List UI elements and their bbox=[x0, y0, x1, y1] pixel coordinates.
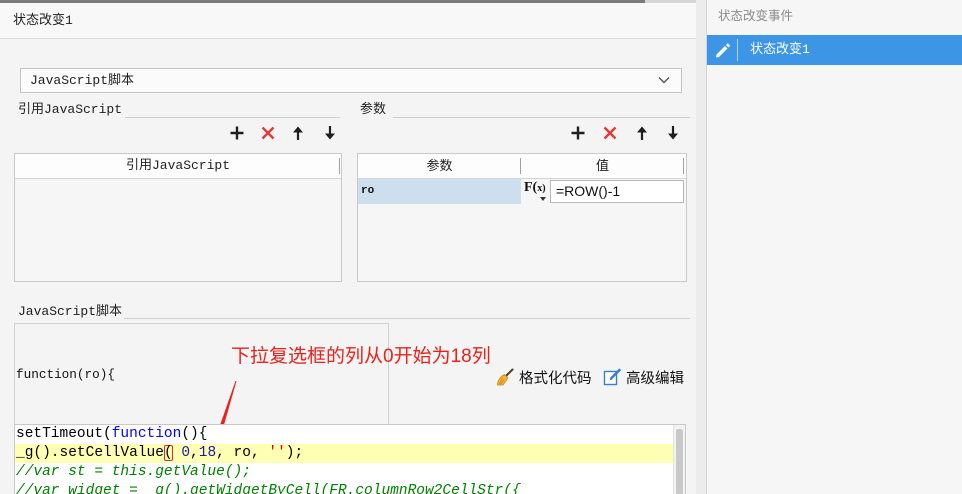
event-item-label: 状态改变1 bbox=[750, 42, 810, 57]
add-icon bbox=[571, 126, 585, 140]
formula-button-label: F(x) bbox=[524, 180, 546, 195]
panel-splitter[interactable] bbox=[696, 0, 706, 494]
chevron-down-icon[interactable] bbox=[658, 76, 670, 84]
param-move-down-button[interactable] bbox=[665, 125, 681, 141]
item-divider bbox=[737, 39, 738, 61]
format-code-button[interactable]: 格式化代码 bbox=[496, 366, 596, 388]
code-line[interactable]: //var widget = _g().getWidgetByCell(FR.c… bbox=[15, 482, 673, 494]
code-token: , ro, bbox=[216, 445, 269, 461]
param-add-button[interactable] bbox=[570, 125, 586, 141]
ref-js-move-up-button[interactable] bbox=[290, 125, 306, 141]
event-list-item[interactable]: 状态改变1 bbox=[707, 35, 962, 65]
broom-icon bbox=[497, 368, 514, 386]
code-token: , bbox=[190, 445, 199, 461]
ref-js-move-down-button[interactable] bbox=[322, 125, 338, 141]
code-line[interactable]: setTimeout(function(){ bbox=[15, 425, 673, 444]
column-header-ref-js[interactable]: 引用JavaScript bbox=[15, 154, 341, 178]
format-code-label: 格式化代码 bbox=[519, 370, 592, 387]
move-down-icon bbox=[668, 126, 678, 140]
code-token: 18 bbox=[198, 445, 217, 461]
params-table: 参数 值 ro F(x) =ROW()-1 bbox=[357, 153, 687, 282]
code-token: ); bbox=[285, 445, 304, 461]
editor-title-bar: 状态改变1 bbox=[0, 3, 696, 39]
ref-js-section-label: 引用JavaScript bbox=[18, 102, 123, 117]
section-divider bbox=[124, 318, 690, 319]
function-signature: function(ro){ bbox=[16, 367, 115, 382]
dropdown-caret-icon bbox=[540, 197, 546, 201]
script-section-label: JavaScript脚本 bbox=[18, 304, 123, 319]
ref-js-table: 引用JavaScript bbox=[14, 153, 342, 282]
table-row[interactable]: ro F(x) =ROW()-1 bbox=[358, 179, 686, 204]
column-divider bbox=[683, 158, 684, 174]
section-divider bbox=[393, 117, 690, 118]
code-token: //var widget = _g().getWidgetByCell(FR.c… bbox=[16, 483, 521, 494]
chevron-down-icon bbox=[658, 77, 670, 84]
code-token: //var st = this.getValue(); bbox=[16, 464, 251, 480]
annotation-text: 下拉复选框的列从0开始为18列 bbox=[231, 346, 491, 367]
pencil-icon bbox=[714, 41, 732, 59]
param-move-up-button[interactable] bbox=[634, 125, 650, 141]
code-line[interactable]: //var st = this.getValue(); bbox=[15, 463, 673, 482]
edit-icon bbox=[603, 368, 621, 386]
script-type-value: JavaScript脚本 bbox=[30, 73, 135, 88]
column-header-param[interactable]: 参数 bbox=[358, 154, 521, 178]
function-signature-panel: function(ro){ bbox=[14, 323, 389, 424]
code-token: 0 bbox=[172, 445, 191, 461]
column-divider bbox=[339, 158, 340, 174]
event-editor-panel: 状态改变1 JavaScript脚本 引用JavaScript 参数 引用Jav… bbox=[0, 0, 696, 494]
move-up-icon bbox=[637, 126, 647, 140]
code-editor-scrollbar[interactable] bbox=[673, 425, 685, 494]
advanced-edit-label: 高级编辑 bbox=[626, 370, 684, 387]
delete-icon bbox=[603, 126, 617, 140]
move-down-icon bbox=[325, 126, 335, 140]
params-section-label: 参数 bbox=[360, 102, 387, 117]
code-token: _g().setCellValue bbox=[16, 445, 164, 461]
param-name-cell[interactable]: ro bbox=[358, 179, 521, 204]
param-delete-button[interactable] bbox=[602, 125, 618, 141]
events-panel: 状态改变事件 状态改变1 bbox=[706, 0, 962, 494]
move-up-icon bbox=[293, 126, 303, 140]
pencil-icon bbox=[716, 43, 731, 58]
code-lines[interactable]: setTimeout(function(){_g().setCellValue(… bbox=[15, 425, 673, 494]
code-line-active[interactable]: _g().setCellValue( 0,18, ro, ''); bbox=[15, 444, 673, 463]
events-panel-header: 状态改变事件 bbox=[718, 10, 794, 24]
scrollbar-thumb[interactable] bbox=[676, 429, 683, 494]
ref-js-delete-button[interactable] bbox=[260, 125, 276, 141]
code-token: '' bbox=[268, 445, 286, 461]
ref-js-table-body[interactable] bbox=[15, 179, 341, 281]
editor-title: 状态改变1 bbox=[13, 13, 73, 28]
code-token: setTimeout( bbox=[16, 426, 112, 442]
add-icon bbox=[230, 126, 244, 140]
ref-js-table-header: 引用JavaScript bbox=[15, 154, 341, 179]
param-value-field[interactable]: =ROW()-1 bbox=[550, 180, 684, 203]
script-type-select[interactable]: JavaScript脚本 bbox=[20, 68, 682, 93]
code-token: function bbox=[111, 426, 182, 442]
matching-bracket: ( bbox=[163, 445, 173, 461]
delete-icon bbox=[261, 126, 275, 140]
column-header-value[interactable]: 值 bbox=[521, 154, 684, 178]
code-editor[interactable]: setTimeout(function(){_g().setCellValue(… bbox=[14, 424, 686, 494]
ref-js-add-button[interactable] bbox=[229, 125, 245, 141]
section-divider bbox=[125, 117, 340, 118]
formula-button[interactable]: F(x) bbox=[523, 180, 548, 203]
params-table-header: 参数 值 bbox=[358, 154, 686, 179]
advanced-edit-button[interactable]: 高级编辑 bbox=[603, 366, 689, 388]
code-token: (){ bbox=[181, 426, 208, 442]
